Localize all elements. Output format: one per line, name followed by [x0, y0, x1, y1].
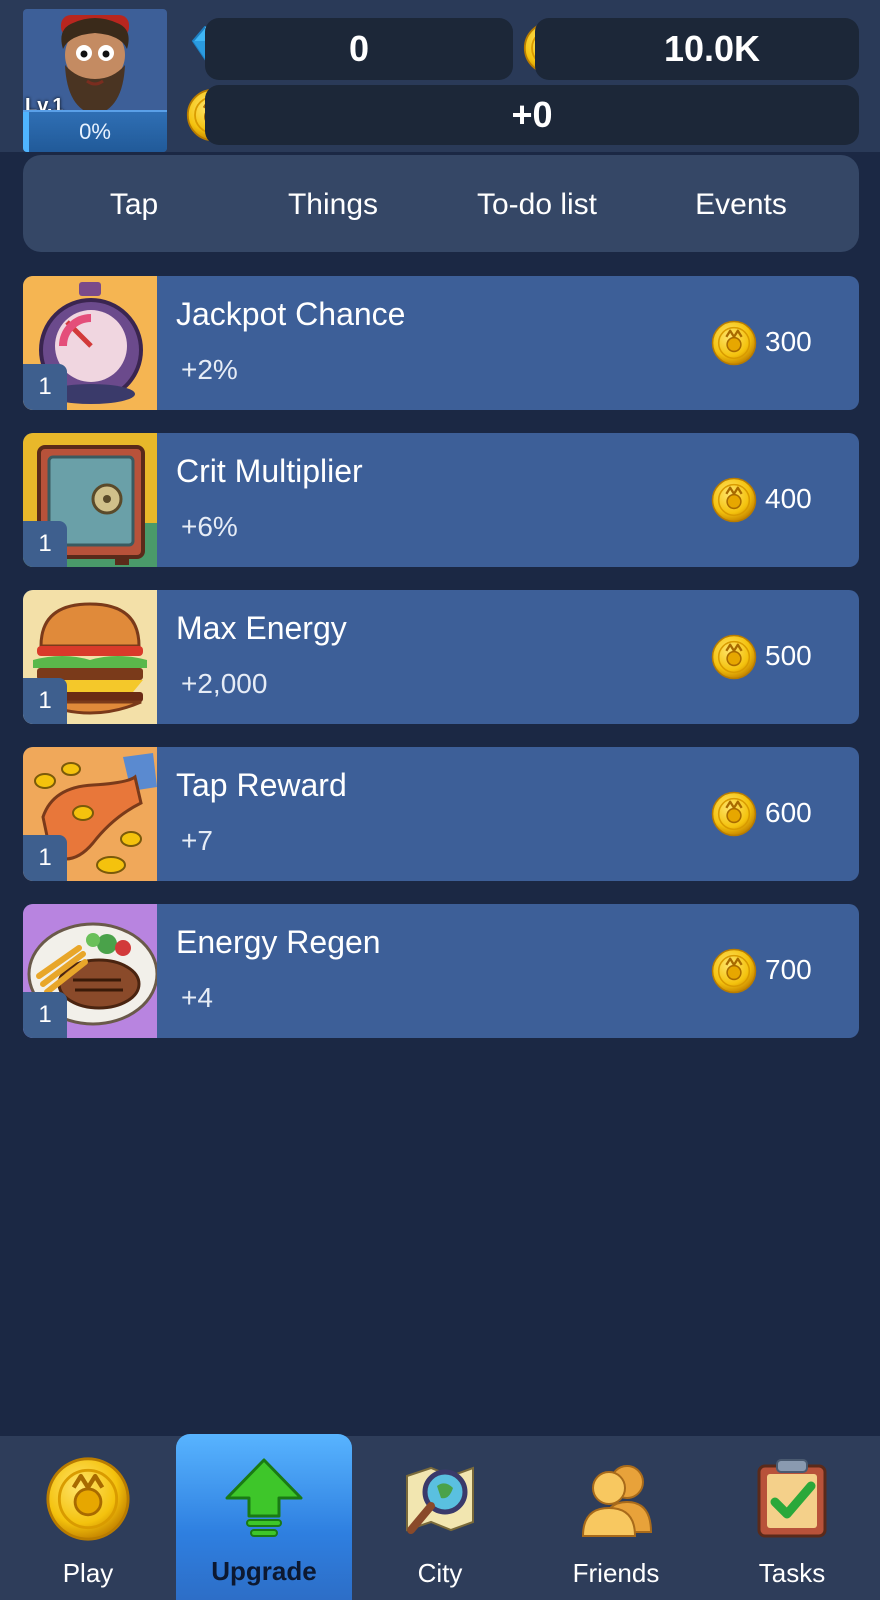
upgrade-card-crit-multiplier[interactable]: 1 Crit Multiplier +6% 400 — [23, 433, 859, 567]
upgrade-level: 1 — [23, 364, 67, 410]
nav-label: Friends — [572, 1558, 660, 1588]
nav-upgrade[interactable]: Upgrade — [176, 1434, 352, 1600]
upgrade-tabs: Tap Things To-do list Events — [23, 155, 859, 252]
upgrade-title: Energy Regen — [176, 924, 381, 960]
xp-percent: 0% — [79, 119, 111, 144]
upgrade-card-jackpot-chance[interactable]: 1 Jackpot Chance +2% 300 — [23, 276, 859, 410]
upgrade-title: Tap Reward — [176, 767, 347, 803]
nav-label: City — [417, 1558, 463, 1588]
upgrade-title: Max Energy — [176, 610, 347, 646]
upgrade-bonus: +6% — [181, 511, 238, 542]
upgrade-cost: 400 — [765, 483, 812, 514]
upgrade-bonus: +2% — [181, 354, 238, 385]
coin-icon — [711, 948, 757, 994]
upgrade-card-tap-reward[interactable]: 1 Tap Reward +7 600 — [23, 747, 859, 881]
upgrade-card-max-energy[interactable]: 1 Max Energy +2,000 500 — [23, 590, 859, 724]
nav-label: Upgrade — [211, 1556, 317, 1586]
tab-events[interactable]: Events — [641, 169, 841, 241]
coin-icon — [711, 791, 757, 837]
coin-icon — [711, 320, 757, 366]
upgrade-level: 1 — [23, 521, 67, 567]
up-arrow-icon — [225, 1458, 303, 1537]
upgrade-level: 1 — [23, 678, 67, 724]
upgrade-bonus: +2,000 — [181, 668, 268, 699]
gems-counter: 0 — [205, 18, 513, 80]
coin-icon — [45, 1456, 131, 1542]
tab-tap[interactable]: Tap — [36, 169, 232, 241]
upgrade-cost: 600 — [765, 797, 812, 828]
upgrade-cost: 500 — [765, 640, 812, 671]
nav-play[interactable]: Play — [0, 1436, 176, 1600]
upgrade-cost: 300 — [765, 326, 812, 357]
upgrade-bonus: +7 — [181, 825, 213, 856]
upgrade-level: 1 — [23, 835, 67, 881]
nav-tasks[interactable]: Tasks — [704, 1436, 880, 1600]
tab-things[interactable]: Things — [233, 169, 433, 241]
coins-counter: 10.0K — [535, 18, 859, 80]
checklist-icon — [757, 1459, 827, 1538]
upgrade-title: Crit Multiplier — [176, 453, 363, 489]
nav-label: Play — [62, 1558, 114, 1588]
upgrade-cost: 700 — [765, 954, 812, 985]
nav-city[interactable]: City — [352, 1436, 528, 1600]
coin-icon — [711, 477, 757, 523]
magnifier-map-icon — [406, 1466, 474, 1534]
player-avatar[interactable]: Lv.1 0% — [23, 9, 167, 152]
coin-icon — [711, 634, 757, 680]
income-counter: +0 — [205, 85, 859, 145]
header: Lv.1 0% 0 10.0K +0 — [0, 0, 880, 152]
upgrade-level: 1 — [23, 992, 67, 1038]
nav-label: Tasks — [758, 1558, 826, 1588]
xp-progress-bar: 0% — [23, 110, 167, 152]
upgrade-bonus: +4 — [181, 982, 213, 1013]
upgrade-title: Jackpot Chance — [176, 296, 406, 332]
tab-todo-list[interactable]: To-do list — [437, 169, 637, 241]
nav-friends[interactable]: Friends — [528, 1436, 704, 1600]
friends-icon — [581, 1465, 653, 1537]
avatar-icon — [61, 15, 129, 115]
bottom-navigation: Play Upgrade City Friends Tasks — [0, 1434, 880, 1600]
upgrade-card-energy-regen[interactable]: 1 Energy Regen +4 700 — [23, 904, 859, 1038]
